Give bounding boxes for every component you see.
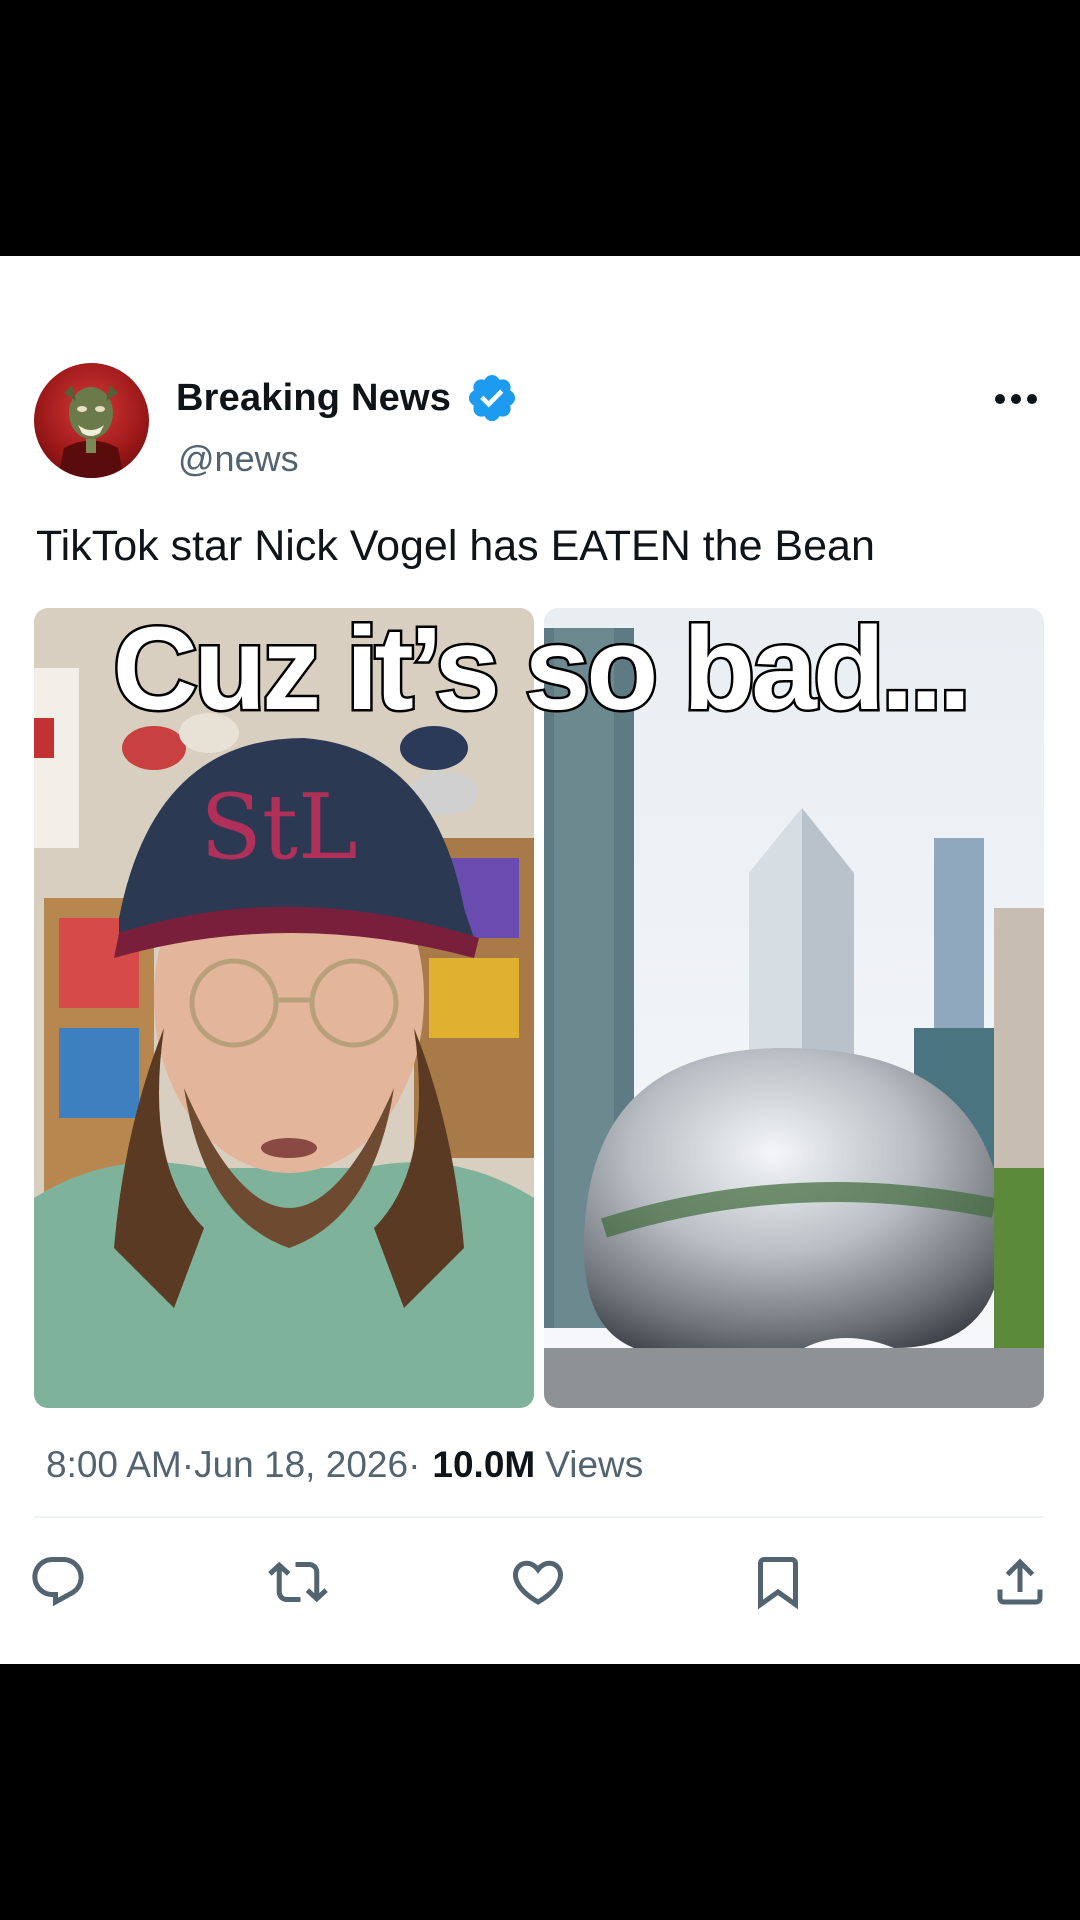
share-icon[interactable] (990, 1552, 1050, 1612)
handle[interactable]: @news (178, 438, 299, 480)
divider (34, 1516, 1044, 1518)
top-black-bar (0, 0, 1080, 256)
views-count: 10.0M (432, 1444, 536, 1485)
meta-separator: · (408, 1444, 421, 1485)
tweet-date[interactable]: Jun 18, 2026 (194, 1444, 408, 1486)
avatar[interactable] (34, 363, 149, 478)
heart-icon[interactable] (508, 1552, 568, 1612)
svg-text:StL: StL (200, 775, 358, 880)
tweet-card: Breaking News @news TikTok star Nick Vog… (0, 256, 1080, 1664)
author-name-row: Breaking News (176, 366, 519, 430)
reply-icon[interactable] (28, 1552, 88, 1612)
display-name[interactable]: Breaking News (176, 377, 451, 420)
action-bar (0, 1552, 1080, 1622)
avatar-image (58, 385, 124, 478)
dot (1027, 394, 1037, 404)
more-options-icon[interactable] (984, 376, 1048, 422)
dot (995, 394, 1005, 404)
bottom-black-bar (0, 1664, 1080, 1920)
meta-separator: · (181, 1444, 195, 1485)
retweet-icon[interactable] (268, 1552, 328, 1612)
tweet-meta: 8:00 AM · Jun 18, 2026 · 10.0M Views (46, 1444, 643, 1486)
views-label: Views (545, 1444, 644, 1485)
dot (1011, 394, 1021, 404)
tweet-text: TikTok star Nick Vogel has EATEN the Bea… (36, 522, 875, 570)
bookmark-icon[interactable] (748, 1552, 808, 1612)
video-caption-overlay: Cuz it’s so bad... (110, 601, 974, 738)
verified-badge-icon (468, 374, 516, 422)
tweet-time[interactable]: 8:00 AM (46, 1444, 182, 1486)
